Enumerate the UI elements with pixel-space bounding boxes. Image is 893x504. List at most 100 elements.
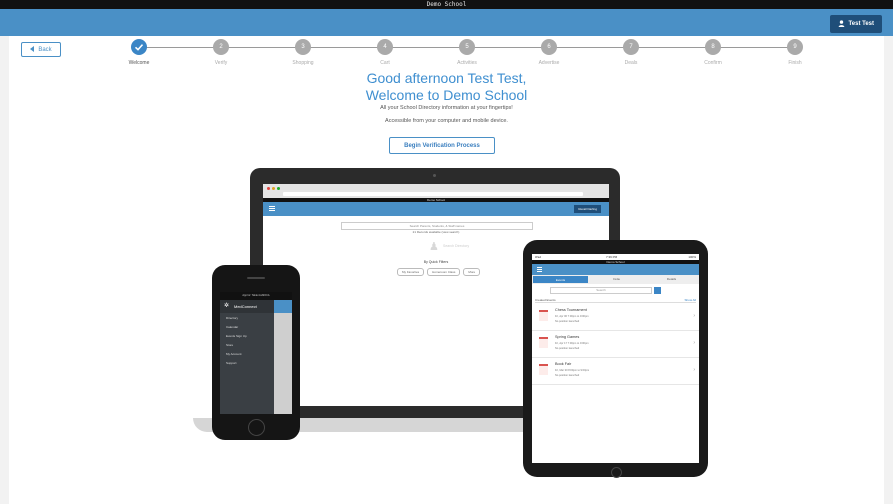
step-label: Finish bbox=[788, 60, 802, 66]
phone-menu-item: Calendar bbox=[220, 322, 274, 331]
browser-chrome bbox=[263, 184, 609, 198]
phone-menu-item: Events Sign Up bbox=[220, 331, 274, 340]
mini-filter-chips: My Favorites Homeroom Class More bbox=[397, 268, 481, 276]
hamburger-icon bbox=[269, 206, 275, 207]
event-date: Fri, Apr 17 7:00pm to 9:00pm bbox=[555, 342, 589, 345]
menu-label: Store bbox=[226, 343, 234, 347]
user-menu-button[interactable]: Test Test bbox=[829, 15, 882, 33]
mini-records: 21 Records available (view search) bbox=[412, 230, 460, 234]
tablet-tab: Invite bbox=[612, 277, 621, 281]
greeting-heading: Good afternoon Test Test, bbox=[366, 70, 527, 86]
tablet-tab: Events bbox=[533, 276, 588, 283]
step-label: Deals bbox=[624, 60, 638, 66]
menu-label: Events Sign Up bbox=[226, 334, 247, 338]
step-label: Activities bbox=[457, 60, 477, 66]
step-number: 9 bbox=[787, 39, 803, 55]
window-title: Demo School bbox=[0, 0, 893, 9]
phone-illustration: App for: Tablet ALMOCA ✲ MedConnect Dire… bbox=[212, 265, 300, 440]
begin-verification-button[interactable]: Begin Verification Process bbox=[389, 137, 495, 154]
mini-user-button: Recall Darling bbox=[574, 205, 601, 213]
phone-menu-item: My Account bbox=[220, 349, 274, 358]
tablet-event-row: Book Fair Fri, Mar 30 8:00pm to 9:00pm N… bbox=[532, 358, 699, 385]
tablet-section-link: Show All bbox=[684, 298, 696, 302]
filter-chip: More bbox=[463, 268, 481, 276]
tablet-section-header: Created Events Show All bbox=[535, 298, 696, 303]
filter-chip: My Favorites bbox=[397, 268, 425, 276]
phone-statusbar: App for: Tablet ALMOCA bbox=[220, 292, 292, 300]
step-finish[interactable]: 9 Finish bbox=[755, 39, 835, 66]
back-label: Back bbox=[38, 46, 52, 53]
maximize-dot-icon bbox=[277, 187, 280, 190]
tablet-screen: iPad 7:39 PM 100% Demo School Events Inv… bbox=[532, 254, 699, 463]
menu-label: Support bbox=[226, 361, 237, 365]
app-header: Test Test bbox=[0, 9, 893, 36]
step-label: Shopping bbox=[292, 60, 314, 66]
step-number: 6 bbox=[541, 39, 557, 55]
step-label: Welcome bbox=[128, 60, 150, 66]
step-number: 7 bbox=[623, 39, 639, 55]
close-dot-icon bbox=[267, 187, 270, 190]
mini-search-input: Search Parents, Students, & Staff names bbox=[341, 222, 533, 230]
phone-appbar-edge bbox=[274, 300, 292, 313]
event-title: Chess Tournament bbox=[555, 308, 587, 312]
calendar-icon bbox=[539, 337, 548, 348]
tablet-search: Search bbox=[550, 287, 652, 294]
menu-label: My Account bbox=[226, 352, 242, 356]
step-number: 8 bbox=[705, 39, 721, 55]
tablet-battery: 100% bbox=[688, 255, 696, 259]
event-status: No position launched bbox=[555, 347, 580, 350]
phone-brand: ✲ MedConnect bbox=[220, 300, 274, 313]
step-verify[interactable]: 2 Verify bbox=[181, 39, 261, 66]
menu-label: Directory bbox=[226, 316, 239, 320]
calendar-icon bbox=[539, 364, 548, 375]
tablet-illustration: iPad 7:39 PM 100% Demo School Events Inv… bbox=[523, 240, 708, 478]
step-advertise[interactable]: 6 Advertise bbox=[509, 39, 589, 66]
caret-left-icon bbox=[30, 45, 35, 54]
filter-chip: Homeroom Class bbox=[427, 268, 461, 276]
step-label: Confirm bbox=[704, 60, 722, 66]
step-number: 5 bbox=[459, 39, 475, 55]
minimize-dot-icon bbox=[272, 187, 275, 190]
step-shopping[interactable]: 3 Shopping bbox=[263, 39, 343, 66]
progress-stepper: Welcome 2 Verify 3 Shopping 4 Cart 5 Act… bbox=[99, 39, 839, 69]
tablet-carrier: iPad bbox=[535, 255, 542, 259]
event-title: Spring Games bbox=[555, 335, 580, 339]
phone-menu-item: Support bbox=[220, 358, 274, 367]
tablet-tab: Details bbox=[666, 277, 677, 281]
event-title: Book Fair bbox=[555, 362, 572, 366]
step-activities[interactable]: 5 Activities bbox=[427, 39, 507, 66]
home-button-icon bbox=[611, 467, 622, 478]
tagline: All your School Directory information at… bbox=[380, 105, 513, 111]
gear-icon: ✲ bbox=[224, 303, 230, 309]
tablet-tabs: Events Invite Details bbox=[532, 275, 699, 284]
tooth-icon: ♟ bbox=[429, 241, 439, 253]
tablet-event-row: Spring Games Fri, Apr 17 7:00pm to 9:00p… bbox=[532, 331, 699, 358]
step-deals[interactable]: 7 Deals bbox=[591, 39, 671, 66]
step-welcome[interactable]: Welcome bbox=[99, 39, 179, 66]
phone-screen: App for: Tablet ALMOCA ✲ MedConnect Dire… bbox=[220, 292, 292, 414]
event-date: Fri, Mar 30 8:00pm to 9:00pm bbox=[555, 369, 590, 372]
home-button-icon bbox=[248, 419, 265, 436]
step-confirm[interactable]: 8 Confirm bbox=[673, 39, 753, 66]
tablet-appbar bbox=[532, 264, 699, 275]
menu-label: Calendar bbox=[226, 325, 239, 329]
chevron-right-icon: › bbox=[693, 313, 695, 319]
tablet-time: 7:39 PM bbox=[606, 255, 618, 259]
chevron-right-icon: › bbox=[693, 340, 695, 346]
tagline-secondary: Accessible from your computer and mobile… bbox=[385, 118, 508, 124]
tablet-event-row: Chess Tournament Fri, Apr 06 7:00pm to 9… bbox=[532, 304, 699, 331]
tablet-section-title: Created Events bbox=[535, 298, 556, 302]
step-number: 2 bbox=[213, 39, 229, 55]
step-label: Cart bbox=[380, 60, 390, 66]
camera-icon bbox=[433, 174, 436, 177]
step-label: Advertise bbox=[538, 60, 560, 66]
step-cart[interactable]: 4 Cart bbox=[345, 39, 425, 66]
step-number: 3 bbox=[295, 39, 311, 55]
tablet-search-button bbox=[654, 287, 661, 294]
step-number: 4 bbox=[377, 39, 393, 55]
chevron-right-icon: › bbox=[693, 367, 695, 373]
check-icon bbox=[131, 39, 147, 55]
back-button[interactable]: Back bbox=[21, 42, 61, 57]
event-status: No position launched bbox=[555, 374, 580, 377]
speaker-icon bbox=[247, 277, 265, 279]
